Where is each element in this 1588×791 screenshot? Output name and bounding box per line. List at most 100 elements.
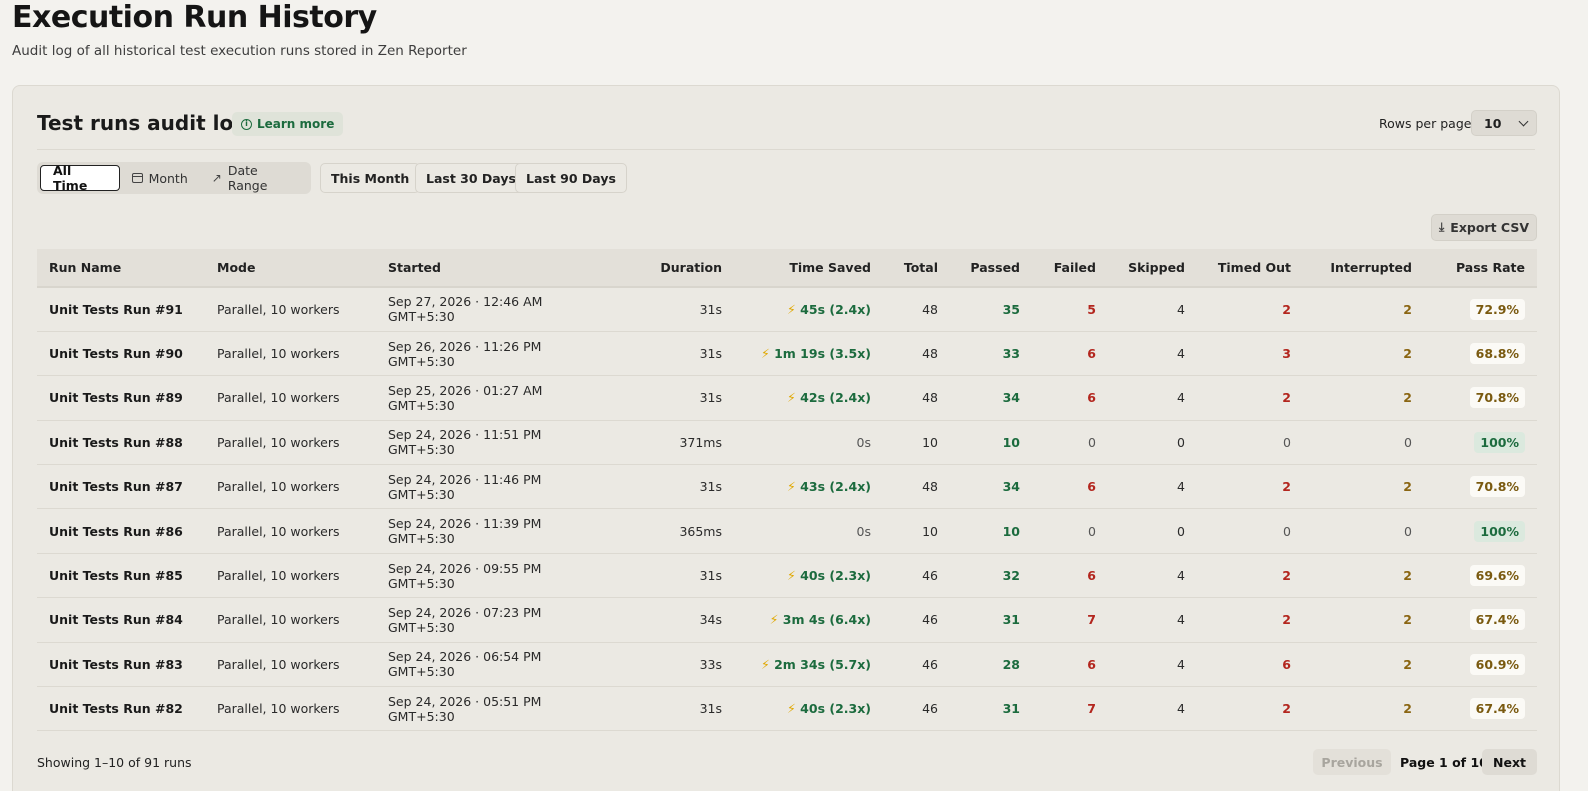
pass-rate-badge: 100%	[1474, 520, 1525, 542]
cell-run-name[interactable]: Unit Tests Run #84	[37, 597, 205, 643]
card-title: Test runs audit log	[37, 111, 248, 135]
col-duration[interactable]: Duration	[606, 249, 734, 288]
col-skipped[interactable]: Skipped	[1108, 249, 1197, 288]
download-icon: ⤓	[1438, 220, 1445, 234]
cell-mode: Parallel, 10 workers	[205, 331, 376, 377]
cell-interrupted: 0	[1303, 508, 1424, 554]
cell-mode: Parallel, 10 workers	[205, 420, 376, 466]
cell-duration: 31s	[606, 553, 734, 599]
chip-last-30-days[interactable]: Last 30 Days	[415, 163, 527, 193]
cell-started: Sep 26, 2026 · 11:26 PM GMT+5:30	[376, 331, 606, 377]
table-row[interactable]: Unit Tests Run #84 Parallel, 10 workers Se…	[37, 597, 1537, 643]
cell-interrupted: 2	[1303, 597, 1424, 643]
col-started[interactable]: Started	[376, 249, 606, 288]
time-saved-value: 43s (2.4x)	[800, 479, 871, 495]
cell-skipped: 4	[1108, 597, 1197, 643]
cell-run-name[interactable]: Unit Tests Run #90	[37, 331, 205, 377]
time-saved-value: 40s (2.3x)	[800, 701, 871, 717]
col-pass-rate[interactable]: Pass Rate	[1424, 249, 1537, 288]
cell-timed-out: 3	[1197, 331, 1303, 377]
table-row[interactable]: Unit Tests Run #82 Parallel, 10 workers Se…	[37, 686, 1537, 732]
cell-run-name[interactable]: Unit Tests Run #87	[37, 464, 205, 510]
audit-log-card: Test runs audit log i Learn more Rows pe…	[12, 85, 1560, 791]
table-row[interactable]: Unit Tests Run #90 Parallel, 10 workers Se…	[37, 331, 1537, 377]
col-interrupted[interactable]: Interrupted	[1303, 249, 1424, 288]
cell-skipped: 4	[1108, 686, 1197, 732]
cell-duration: 31s	[606, 287, 734, 332]
cell-total: 48	[883, 464, 950, 510]
table-row[interactable]: Unit Tests Run #85 Parallel, 10 workers Se…	[37, 553, 1537, 599]
export-csv-button[interactable]: ⤓ Export CSV	[1431, 214, 1537, 241]
bolt-icon: ⚡	[787, 301, 796, 317]
export-label: Export CSV	[1450, 220, 1530, 235]
cell-started: Sep 27, 2026 · 12:46 AM GMT+5:30	[376, 287, 606, 332]
cell-started: Sep 24, 2026 · 11:51 PM GMT+5:30	[376, 420, 606, 466]
cell-run-name[interactable]: Unit Tests Run #89	[37, 375, 205, 421]
segment-date-range[interactable]: ↗ Date Range	[200, 163, 308, 193]
pass-rate-badge: 60.9%	[1469, 653, 1525, 675]
cell-run-name[interactable]: Unit Tests Run #85	[37, 553, 205, 599]
cell-interrupted: 2	[1303, 642, 1424, 688]
time-saved-value: 1m 19s (3.5x)	[774, 346, 871, 362]
cell-failed: 0	[1032, 508, 1108, 554]
cell-time-saved: ⚡ 1m 19s (3.5x)	[734, 331, 883, 377]
table-row[interactable]: Unit Tests Run #87 Parallel, 10 workers Se…	[37, 464, 1537, 510]
cell-run-name[interactable]: Unit Tests Run #83	[37, 642, 205, 688]
cell-total: 48	[883, 375, 950, 421]
segment-all-time[interactable]: All Time	[40, 163, 120, 193]
cell-duration: 31s	[606, 331, 734, 377]
time-saved-value: 0s	[856, 523, 871, 539]
cell-run-name[interactable]: Unit Tests Run #86	[37, 508, 205, 554]
cell-run-name[interactable]: Unit Tests Run #88	[37, 420, 205, 466]
learn-more-label: Learn more	[257, 117, 335, 131]
table-row[interactable]: Unit Tests Run #91 Parallel, 10 workers Se…	[37, 287, 1537, 332]
table-row[interactable]: Unit Tests Run #89 Parallel, 10 workers Se…	[37, 375, 1537, 421]
time-saved-value: 45s (2.4x)	[800, 301, 871, 317]
rows-per-page-select[interactable]: 10	[1471, 110, 1537, 136]
cell-mode: Parallel, 10 workers	[205, 287, 376, 332]
cell-time-saved: ⚡ 3m 4s (6.4x)	[734, 597, 883, 643]
col-time-saved[interactable]: Time Saved	[734, 249, 883, 288]
col-failed[interactable]: Failed	[1032, 249, 1108, 288]
cell-skipped: 4	[1108, 642, 1197, 688]
cell-passed: 28	[950, 642, 1032, 688]
time-range-segmented-control: All Time Month ↗ Date Range	[37, 162, 311, 194]
time-saved-value: 42s (2.4x)	[800, 390, 871, 406]
cell-run-name[interactable]: Unit Tests Run #91	[37, 287, 205, 332]
table-row[interactable]: Unit Tests Run #88 Parallel, 10 workers Se…	[37, 420, 1537, 466]
chip-last-90-days[interactable]: Last 90 Days	[515, 163, 627, 193]
cell-total: 46	[883, 597, 950, 643]
col-mode[interactable]: Mode	[205, 249, 376, 288]
col-passed[interactable]: Passed	[950, 249, 1032, 288]
table-row[interactable]: Unit Tests Run #83 Parallel, 10 workers Se…	[37, 642, 1537, 688]
bolt-icon: ⚡	[787, 479, 796, 495]
table-row[interactable]: Unit Tests Run #86 Parallel, 10 workers Se…	[37, 508, 1537, 554]
chip-this-month[interactable]: This Month	[320, 163, 421, 193]
cell-mode: Parallel, 10 workers	[205, 686, 376, 732]
cell-failed: 0	[1032, 420, 1108, 466]
cell-failed: 6	[1032, 642, 1108, 688]
cell-run-name[interactable]: Unit Tests Run #82	[37, 686, 205, 732]
cell-pass-rate: 100%	[1424, 508, 1537, 554]
cell-timed-out: 2	[1197, 464, 1303, 510]
calendar-icon	[131, 173, 143, 183]
cell-duration: 365ms	[606, 508, 734, 554]
col-total[interactable]: Total	[883, 249, 950, 288]
next-page-button[interactable]: Next	[1482, 749, 1537, 775]
cell-skipped: 0	[1108, 420, 1197, 466]
bolt-icon: ⚡	[769, 612, 779, 628]
cell-total: 48	[883, 287, 950, 332]
segment-month[interactable]: Month	[120, 165, 200, 191]
pass-rate-badge: 100%	[1474, 431, 1525, 453]
col-timed-out[interactable]: Timed Out	[1197, 249, 1303, 288]
cell-time-saved: ⚡ 42s (2.4x)	[734, 375, 883, 421]
pass-rate-badge: 68.8%	[1469, 343, 1525, 365]
cell-passed: 10	[950, 508, 1032, 554]
previous-page-button[interactable]: Previous	[1313, 749, 1391, 775]
cell-skipped: 4	[1108, 464, 1197, 510]
cell-pass-rate: 72.9%	[1424, 287, 1537, 332]
time-saved-value: 0s	[856, 434, 871, 450]
cell-passed: 35	[950, 287, 1032, 332]
col-run-name[interactable]: Run Name	[37, 249, 205, 288]
learn-more-button[interactable]: i Learn more	[232, 112, 344, 136]
